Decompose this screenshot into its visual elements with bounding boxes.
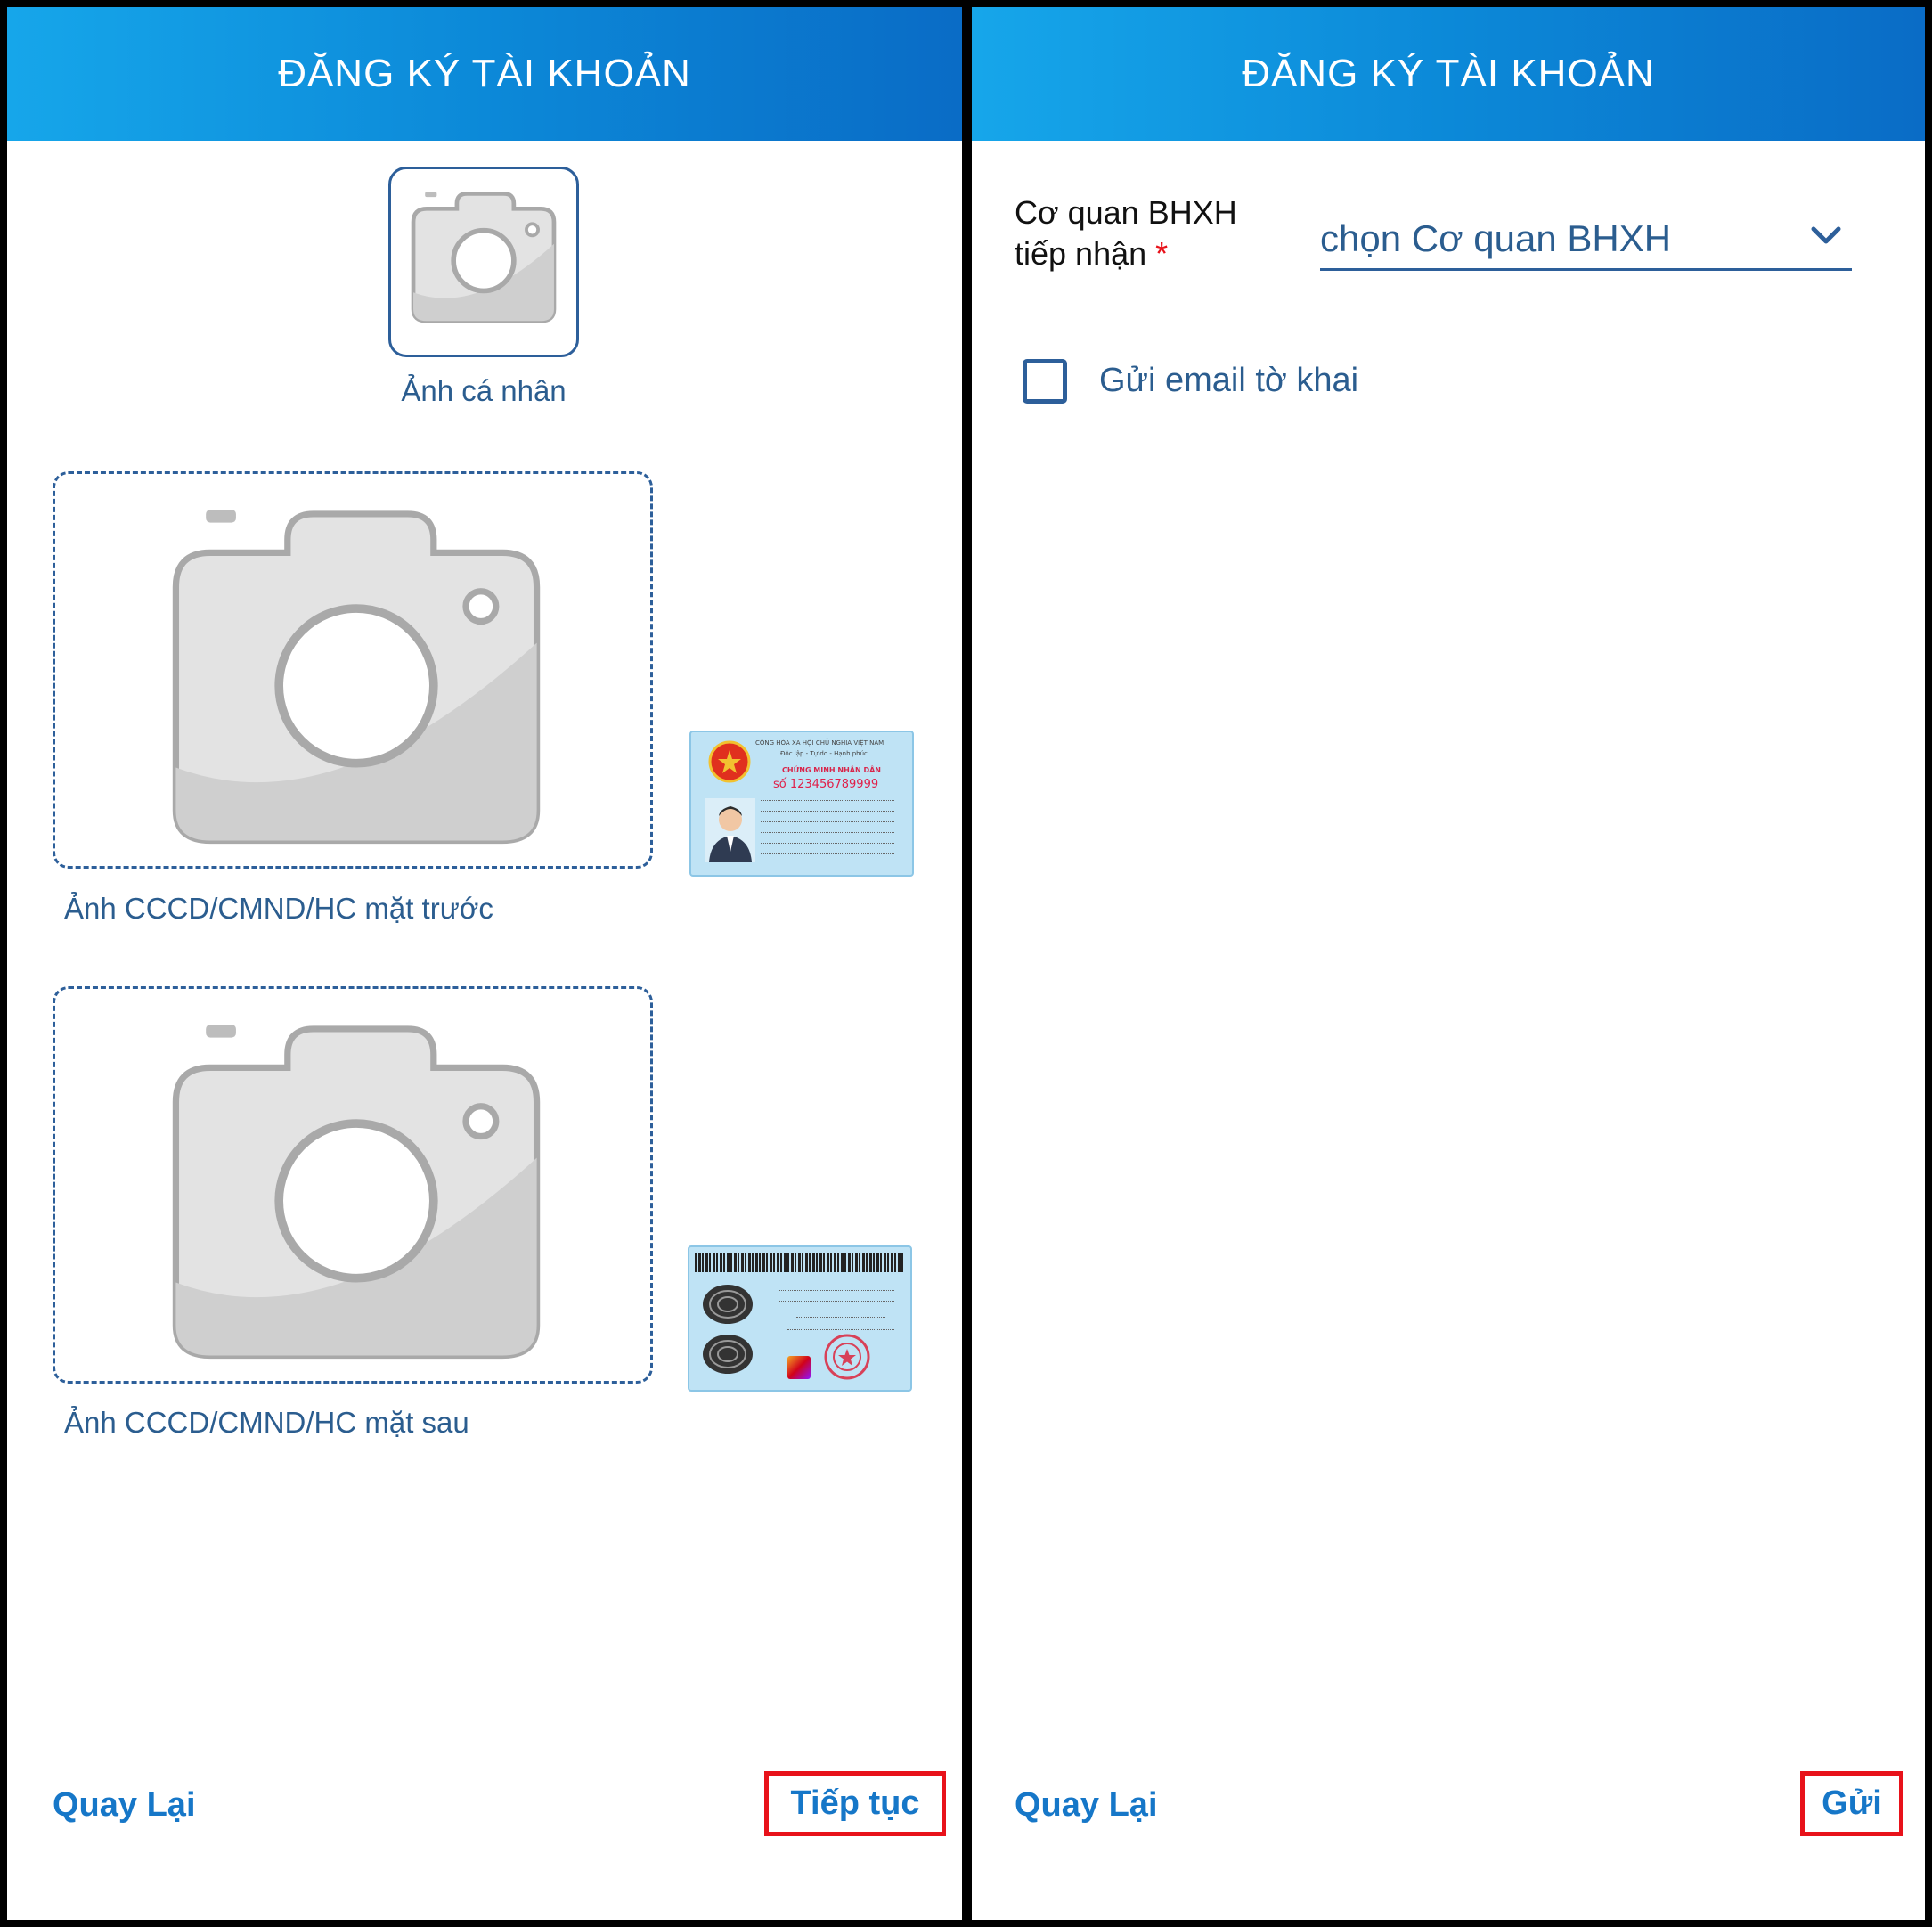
portrait-icon (705, 798, 755, 862)
app-header: ĐĂNG KÝ TÀI KHOẢN (7, 7, 962, 141)
id-back-photo-picker[interactable] (53, 986, 653, 1384)
send-email-label[interactable]: Gửi email tờ khai (1099, 362, 1358, 400)
agency-label-line1: Cơ quan BHXH (1015, 194, 1237, 231)
national-emblem-icon (708, 740, 751, 783)
registration-screen-agency: ĐĂNG KÝ TÀI KHOẢN Cơ quan BHXH tiếp nhận… (972, 7, 1925, 1920)
avatar-photo-picker[interactable] (388, 167, 579, 357)
fingerprint-icon (703, 1285, 753, 1374)
next-button-highlight[interactable]: Tiếp tục (764, 1771, 946, 1836)
id-front-photo-picker[interactable] (53, 471, 653, 869)
next-button[interactable]: Tiếp tục (791, 1784, 920, 1823)
app-header: ĐĂNG KÝ TÀI KHOẢN (972, 7, 1925, 141)
card-country: CỘNG HÒA XÃ HỘI CHỦ NGHĨA VIỆT NAM (755, 739, 884, 747)
agency-label-line2: tiếp nhận (1015, 235, 1147, 272)
card-motto: Độc lập - Tự do - Hạnh phúc (780, 750, 868, 757)
back-button[interactable]: Quay Lại (53, 1786, 196, 1825)
card-chip (787, 1356, 811, 1379)
back-button[interactable]: Quay Lại (1015, 1786, 1158, 1825)
agency-select[interactable]: chọn Cơ quan BHXH (1320, 208, 1852, 271)
chevron-down-icon[interactable] (1811, 226, 1841, 246)
required-mark: * (1155, 235, 1169, 272)
submit-button[interactable]: Gửi (1822, 1784, 1882, 1823)
agency-field-label: Cơ quan BHXH tiếp nhận * (1015, 192, 1237, 274)
send-email-checkbox[interactable] (1023, 359, 1067, 404)
seal-icon (824, 1334, 870, 1380)
id-back-label: Ảnh CCCD/CMND/HC mặt sau (64, 1406, 469, 1439)
camera-icon (172, 1025, 541, 1360)
card-doc-title: CHỨNG MINH NHÂN DÂN (782, 766, 881, 774)
id-front-label: Ảnh CCCD/CMND/HC mặt trước (64, 892, 493, 925)
card-number: số 123456789999 (773, 778, 879, 791)
avatar-label: Ảnh cá nhân (401, 374, 567, 407)
agency-select-value: chọn Cơ quan BHXH (1320, 217, 1672, 259)
submit-button-highlight[interactable]: Gửi (1800, 1771, 1903, 1836)
header-title: ĐĂNG KÝ TÀI KHOẢN (278, 52, 691, 95)
id-card-back-sample (688, 1245, 912, 1392)
header-title: ĐĂNG KÝ TÀI KHOẢN (1242, 52, 1655, 95)
id-card-front-sample: CỘNG HÒA XÃ HỘI CHỦ NGHĨA VIỆT NAM Độc l… (689, 731, 914, 877)
camera-icon (411, 192, 557, 323)
camera-icon (172, 510, 541, 845)
registration-screen-photos: ĐĂNG KÝ TÀI KHOẢN Ảnh cá nhân Ảnh CCCD/C… (7, 7, 962, 1920)
card-barcode (695, 1253, 905, 1272)
